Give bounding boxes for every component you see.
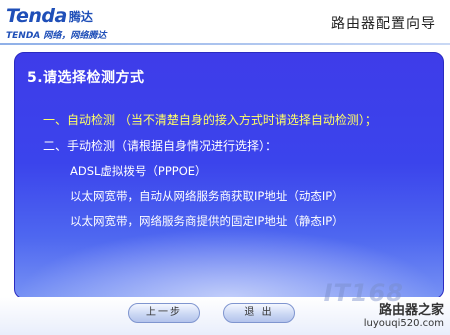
header-divider — [0, 43, 450, 45]
brand-row: Tenda 腾达 — [6, 5, 106, 27]
header: Tenda 腾达 TENDA 网络，网络腾达 路由器配置向导 — [0, 0, 450, 45]
tenda-logo: Tenda — [6, 5, 67, 27]
prev-button[interactable]: 上一步 — [128, 303, 200, 323]
wizard-window: Tenda 腾达 TENDA 网络，网络腾达 路由器配置向导 5.请选择检测方式… — [0, 0, 450, 335]
watermark: IT168 路由器之家 luyouqi520.com — [324, 279, 444, 329]
brand: Tenda 腾达 TENDA 网络，网络腾达 — [6, 5, 106, 41]
option-static-ip[interactable]: 以太网宽带，网络服务商提供的固定IP地址（静态IP） — [70, 213, 344, 229]
option-manual-detect: 二、手动检测（请根据自身情况进行选择）： — [43, 139, 278, 153]
exit-button[interactable]: 退 出 — [223, 303, 295, 323]
content-panel: 5.请选择检测方式 一、自动检测 （当不清楚自身的接入方式时请选择自动检测）； … — [14, 52, 444, 299]
option-auto-detect[interactable]: 一、自动检测 （当不清楚自身的接入方式时请选择自动检测）； — [43, 111, 377, 128]
step-title: 5.请选择检测方式 — [27, 70, 145, 86]
option-dynamic-ip[interactable]: 以太网宽带，自动从网络服务商获取IP地址（动态IP） — [70, 188, 344, 204]
tenda-logo-cn: 腾达 — [68, 10, 93, 24]
option-pppoe[interactable]: ADSL虚拟拨号（PPPOE） — [70, 163, 207, 179]
watermark-site-url: luyouqi520.com — [363, 318, 444, 329]
watermark-ghost: IT168 — [323, 279, 404, 307]
brand-slogan: TENDA 网络，网络腾达 — [6, 31, 107, 41]
page-title: 路由器配置向导 — [331, 16, 436, 32]
